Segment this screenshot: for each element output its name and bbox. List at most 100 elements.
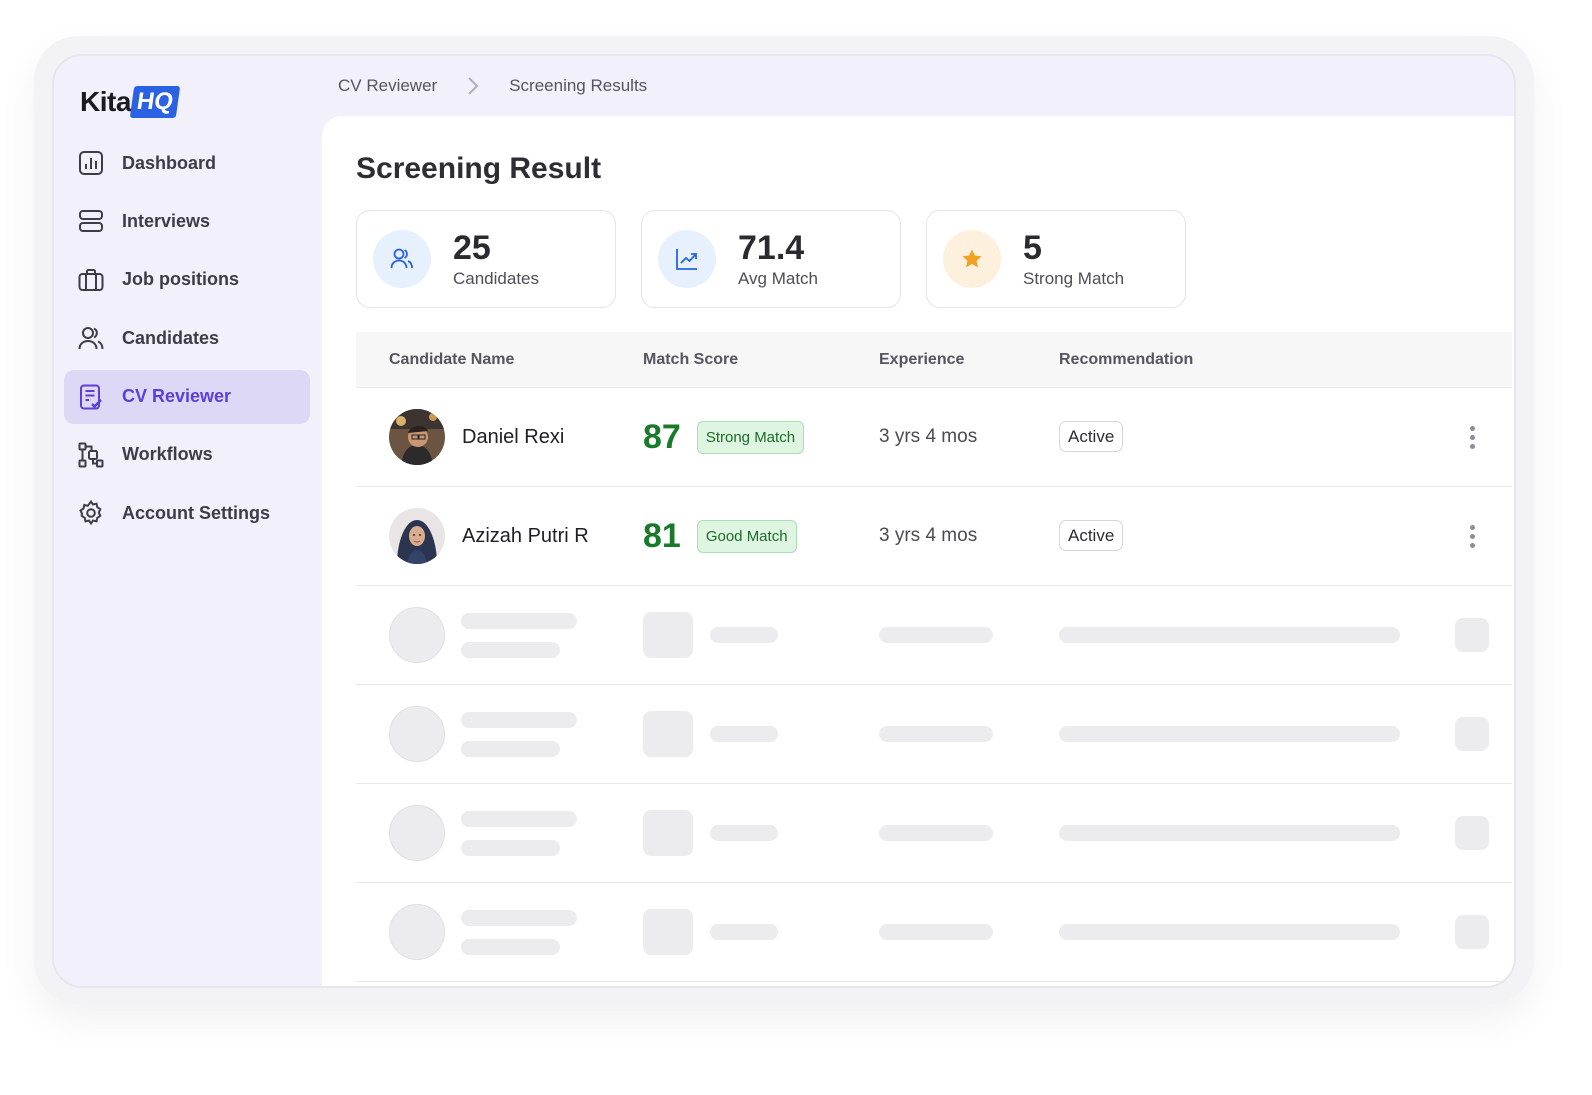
gear-icon bbox=[78, 500, 104, 526]
recommendation-cell: Active bbox=[1059, 421, 1124, 452]
sidebar-item-label: Candidates bbox=[122, 327, 220, 348]
sidebar-item-job-positions[interactable]: Job positions bbox=[64, 253, 310, 307]
logo-text: Kita bbox=[80, 86, 131, 117]
skeleton-line bbox=[710, 627, 778, 643]
skeleton-line bbox=[879, 627, 993, 643]
skeleton-avatar bbox=[389, 904, 445, 960]
stat-caption: Candidates bbox=[453, 269, 540, 288]
skeleton-block bbox=[643, 711, 693, 757]
kitahq-logo[interactable]: Kita HQ bbox=[80, 82, 181, 122]
sidebar-nav: Dashboard Interviews Job positions Candi… bbox=[64, 136, 310, 545]
column-header-score[interactable]: Match Score bbox=[643, 351, 738, 369]
column-header-experience[interactable]: Experience bbox=[879, 351, 964, 369]
breadcrumb: CV Reviewer Screening Results bbox=[338, 74, 647, 98]
match-score: 87 bbox=[643, 417, 681, 456]
candidate-name[interactable]: Azizah Putri R bbox=[462, 525, 589, 548]
stat-caption: Strong Match bbox=[1023, 269, 1125, 288]
skeleton-line bbox=[461, 811, 577, 827]
score-cell: 87 Strong Match bbox=[643, 417, 805, 457]
skeleton-line bbox=[461, 840, 560, 856]
skeleton-row bbox=[356, 685, 1512, 784]
candidate-cell: Daniel Rexi bbox=[389, 409, 564, 465]
server-icon bbox=[78, 208, 104, 234]
stats-row: 25 Candidates 71.4 Avg Match 5 Strong Ma… bbox=[356, 210, 1211, 308]
users-icon bbox=[78, 325, 104, 351]
main-panel: Screening Result 25 Candidates 71.4 Avg … bbox=[322, 116, 1514, 986]
experience-cell: 3 yrs 4 mos bbox=[879, 525, 977, 547]
stat-card-candidates: 25 Candidates bbox=[356, 210, 616, 308]
sidebar-item-workflows[interactable]: Workflows bbox=[64, 428, 310, 482]
skeleton-line bbox=[461, 939, 560, 955]
recommendation-cell: Active bbox=[1059, 520, 1124, 551]
avatar bbox=[389, 508, 445, 564]
skeleton-line bbox=[1059, 627, 1400, 643]
skeleton-block bbox=[643, 810, 693, 856]
sidebar-item-dashboard[interactable]: Dashboard bbox=[64, 136, 310, 190]
skeleton-avatar bbox=[389, 805, 445, 861]
briefcase-icon bbox=[78, 267, 104, 293]
sidebar-item-label: Job positions bbox=[122, 269, 239, 290]
skeleton-line bbox=[879, 825, 993, 841]
skeleton-block bbox=[643, 612, 693, 658]
chart-icon bbox=[78, 150, 104, 176]
sidebar-item-interviews[interactable]: Interviews bbox=[64, 194, 310, 248]
experience-value: 3 yrs 4 mos bbox=[879, 525, 978, 546]
column-header-name[interactable]: Candidate Name bbox=[389, 351, 514, 369]
stat-value: 5 bbox=[1023, 229, 1042, 267]
skeleton-line bbox=[879, 924, 993, 940]
experience-value: 3 yrs 4 mos bbox=[879, 426, 978, 447]
status-badge: Active bbox=[1059, 421, 1124, 452]
skeleton-line bbox=[461, 642, 560, 658]
skeleton-block bbox=[643, 909, 693, 955]
skeleton-line bbox=[461, 613, 577, 629]
match-score: 81 bbox=[643, 516, 681, 555]
skeleton-line bbox=[461, 741, 560, 757]
match-badge: Strong Match bbox=[696, 420, 805, 454]
sidebar-item-candidates[interactable]: Candidates bbox=[64, 311, 310, 365]
sidebar-item-label: CV Reviewer bbox=[122, 386, 232, 407]
skeleton-line bbox=[1059, 726, 1400, 742]
users-icon bbox=[373, 230, 431, 288]
more-options-icon[interactable] bbox=[1456, 520, 1488, 552]
skeleton-line bbox=[461, 910, 577, 926]
skeleton-line bbox=[710, 825, 778, 841]
table-row[interactable]: Azizah Putri R 81 Good Match 3 yrs 4 mos… bbox=[356, 487, 1512, 586]
document-check-icon bbox=[78, 384, 104, 410]
status-badge: Active bbox=[1059, 520, 1124, 551]
stat-value: 71.4 bbox=[738, 229, 805, 267]
skeleton-row bbox=[356, 784, 1512, 883]
skeleton-block bbox=[1455, 618, 1489, 652]
sidebar-item-label: Account Settings bbox=[122, 502, 271, 523]
sidebar-item-cv-reviewer[interactable]: CV Reviewer bbox=[64, 369, 310, 424]
app-window: Kita HQ Dashboard Interviews Job positio… bbox=[52, 54, 1516, 988]
more-cell bbox=[1456, 421, 1488, 453]
skeleton-line bbox=[1059, 825, 1400, 841]
table-row[interactable]: Daniel Rexi 87 Strong Match 3 yrs 4 mos … bbox=[356, 388, 1512, 487]
skeleton-avatar bbox=[389, 706, 445, 762]
more-cell bbox=[1456, 520, 1488, 552]
sidebar-item-label: Dashboard bbox=[122, 152, 217, 173]
workflow-icon bbox=[78, 442, 104, 468]
avatar bbox=[389, 409, 445, 465]
skeleton-line bbox=[710, 726, 778, 742]
sidebar-item-label: Workflows bbox=[122, 444, 213, 465]
breadcrumb-current: Screening Results bbox=[509, 76, 648, 95]
sidebar-item-label: Interviews bbox=[122, 210, 211, 231]
logo-highlight: HQ bbox=[129, 86, 181, 118]
skeleton-block bbox=[1455, 915, 1489, 949]
screening-table: Candidate Name Match Score Experience Re… bbox=[356, 332, 1512, 982]
score-cell: 81 Good Match bbox=[643, 517, 797, 556]
skeleton-line bbox=[461, 712, 577, 728]
stat-card-avg-match: 71.4 Avg Match bbox=[641, 210, 901, 308]
stat-value: 25 bbox=[453, 229, 491, 267]
more-options-icon[interactable] bbox=[1456, 421, 1488, 453]
candidate-name[interactable]: Daniel Rexi bbox=[462, 426, 564, 449]
sidebar-item-account-settings[interactable]: Account Settings bbox=[64, 486, 310, 540]
skeleton-line bbox=[1059, 924, 1400, 940]
skeleton-row bbox=[356, 883, 1512, 982]
stat-card-strong-match: 5 Strong Match bbox=[926, 210, 1186, 308]
column-header-recommendation[interactable]: Recommendation bbox=[1059, 351, 1193, 369]
breadcrumb-parent-link[interactable]: CV Reviewer bbox=[338, 76, 437, 96]
match-badge: Good Match bbox=[696, 519, 797, 553]
skeleton-block bbox=[1455, 816, 1489, 850]
